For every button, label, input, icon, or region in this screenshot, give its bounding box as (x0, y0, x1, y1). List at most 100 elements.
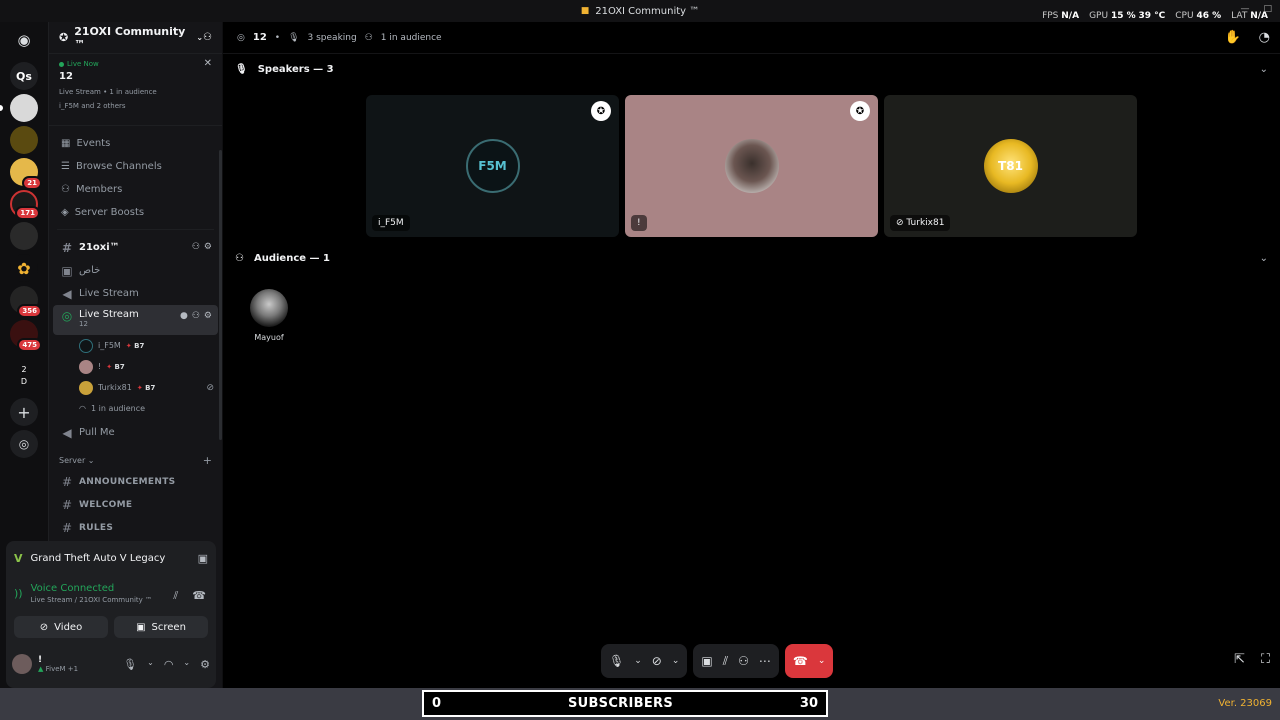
noise-suppression-icon[interactable]: ⫽ (173, 589, 178, 603)
close-icon[interactable]: ✕ (204, 58, 212, 69)
chevron-down-icon[interactable]: ⌄ (1260, 253, 1268, 264)
channel-live-stream-active[interactable]: ◎ Live Stream 12 ● ⚇ ⚙ (53, 305, 218, 335)
inbox-icon[interactable]: ◔ (1259, 30, 1270, 45)
compass-icon[interactable]: ◎ (10, 430, 38, 458)
lat-label: LAT (1231, 11, 1248, 21)
menu-label: Server Boosts (74, 207, 145, 218)
gpu-label: GPU (1089, 11, 1109, 21)
discord-logo-icon[interactable]: ◉ (10, 26, 38, 54)
server-icon-2[interactable] (0, 94, 38, 122)
gear-icon[interactable]: ⚙ (204, 242, 212, 252)
raise-hand-icon[interactable]: ✋ (1224, 30, 1240, 45)
avatar (250, 289, 288, 327)
add-member-icon[interactable]: ⚇ (192, 311, 200, 321)
chevron-down-icon[interactable]: ⌄ (672, 656, 680, 666)
screen-share-icon[interactable]: ▣ (701, 654, 712, 668)
scrollbar[interactable] (219, 150, 222, 440)
gear-icon[interactable]: ⚙ (204, 311, 212, 321)
menu-members[interactable]: ⚇ Members (49, 178, 222, 201)
server-icon-8[interactable]: 356 (10, 286, 42, 318)
menu-server-boosts[interactable]: ◈ Server Boosts (49, 201, 222, 224)
server-folder[interactable]: 2D (10, 362, 38, 390)
channel-21oxi[interactable]: #21oxi™ ⚇ ⚙ (53, 236, 218, 259)
audience-count[interactable]: ◠ 1 in audience (49, 398, 222, 419)
video-off-icon[interactable]: ⊘ (652, 654, 662, 668)
live-now-card[interactable]: Live Now 12 Live Stream • 1 in audience … (49, 54, 222, 126)
avatar (79, 380, 93, 395)
channel-rules[interactable]: # RULES (53, 516, 218, 539)
server-icon-9[interactable]: 475 (10, 320, 42, 352)
channel-private[interactable]: ▣ خاص (53, 259, 218, 282)
invite-icon[interactable]: ⚇ (203, 32, 212, 43)
chevron-down-icon[interactable]: ⌄ (634, 656, 642, 666)
fps-value: N/A (1061, 11, 1080, 21)
gpu-temp: 39 °C (1138, 11, 1166, 21)
video-off-icon: ⊘ (39, 621, 49, 633)
chevron-down-icon[interactable]: ⌄ (147, 658, 154, 671)
chevron-down-icon[interactable]: ⌄ (183, 658, 190, 671)
headphones-icon[interactable]: ◠ (164, 658, 174, 671)
server-icon-5[interactable]: 171 (10, 190, 40, 220)
chevron-down-icon[interactable]: ⌄ (818, 656, 826, 666)
avatar[interactable] (12, 654, 32, 674)
server-header[interactable]: ✪ 21OXI Community ™ ⌄ ⚇ (49, 22, 222, 54)
voice-user[interactable]: Turkix81 ✦ B7 ⊘ (49, 377, 222, 398)
screen-button[interactable]: ▣ Screen (114, 616, 208, 638)
audience-label: 1 in audience (90, 404, 146, 413)
subscriber-label: SUBSCRIBERS (567, 696, 673, 711)
role-tag-label: B7 (134, 341, 145, 350)
activity-row[interactable]: V Grand Theft Auto V Legacy ▣ (6, 541, 216, 575)
screen-share-icon[interactable]: ▣ (198, 552, 208, 565)
list-icon: ☰ (61, 161, 70, 172)
video-button[interactable]: ⊘ Video (14, 616, 108, 638)
speaker-icon: ◀ (62, 286, 72, 301)
audience-member[interactable]: Mayuof (249, 289, 289, 342)
live-users: i_F5M and 2 others (59, 102, 126, 110)
fps-label: FPS (1042, 11, 1059, 21)
speaker-tile[interactable]: T81 ⊘ Turkix81 (884, 95, 1137, 237)
server-icon-3[interactable] (10, 126, 38, 154)
voice-user[interactable]: ! ✦ B7 (49, 356, 222, 377)
channel-live-stream-1[interactable]: ◀ Live Stream (53, 282, 218, 305)
muted-video-icon: ⊘ (206, 382, 214, 393)
invite-icon[interactable]: ⚇ (738, 654, 749, 668)
plus-icon[interactable]: + (203, 454, 212, 467)
voice-user[interactable]: i_F5M ✦ B7 (49, 335, 222, 356)
noise-suppression-icon[interactable]: ⫽ (723, 654, 728, 669)
user-info[interactable]: ! ▲ FiveM +1 (38, 655, 78, 673)
more-icon[interactable]: ⋯ (759, 654, 771, 668)
fullscreen-icon[interactable]: ⛶ (1261, 652, 1270, 667)
voice-location[interactable]: Live Stream / 21OXI Community ™ (31, 596, 152, 604)
perf-overlay: FPS N/A GPU 15 % 39 °C CPU 46 % LAT N/A (1042, 11, 1268, 21)
plus-icon[interactable]: + (10, 398, 38, 426)
server-qs[interactable]: Qs (10, 62, 38, 90)
microphone-icon[interactable]: 🎙︎ (123, 658, 137, 671)
server-icon-6[interactable] (10, 222, 38, 250)
add-member-icon[interactable]: ⚇ (192, 242, 200, 252)
stage-main: ◎ 12 • 🎙︎ 3 speaking ⚇ 1 in audience ✋ ◔… (223, 22, 1280, 688)
role-tag: ✦ B7 (137, 384, 156, 392)
server-icon-7[interactable]: ✿ (10, 254, 38, 282)
signal-icon[interactable]: )) (14, 587, 23, 600)
window-title: 21OXI Community ™ (595, 5, 700, 17)
disconnect-icon[interactable]: ☎ (192, 589, 206, 603)
disconnect-icon[interactable]: ☎ (793, 654, 808, 668)
menu-browse-channels[interactable]: ☰ Browse Channels (49, 155, 222, 178)
channel-announcements[interactable]: # Announcements (53, 470, 218, 493)
avatar (79, 338, 93, 353)
speaker-tile[interactable]: F5M i_F5M ✪ (366, 95, 619, 237)
menu-events[interactable]: ▦ Events (49, 132, 222, 155)
channel-pull-me[interactable]: ◀ Pull Me (53, 421, 218, 444)
popout-icon[interactable]: ⇱ (1234, 652, 1245, 667)
voice-status[interactable]: Voice Connected (31, 583, 152, 594)
role-tag-label: B7 (145, 383, 156, 392)
channel-welcome[interactable]: # WELCOME (53, 493, 218, 516)
category-server[interactable]: Server ⌄ + (49, 450, 222, 470)
server-icon: ■ (580, 6, 590, 16)
microphone-icon[interactable]: 🎙︎ (609, 654, 624, 668)
speaker-tile[interactable]: ! ✪ (625, 95, 878, 237)
chat-icon[interactable]: ● (180, 311, 188, 321)
server-icon-4[interactable]: 21 (10, 158, 42, 190)
gear-icon[interactable]: ⚙ (200, 658, 210, 671)
chevron-down-icon[interactable]: ⌄ (1260, 64, 1268, 75)
